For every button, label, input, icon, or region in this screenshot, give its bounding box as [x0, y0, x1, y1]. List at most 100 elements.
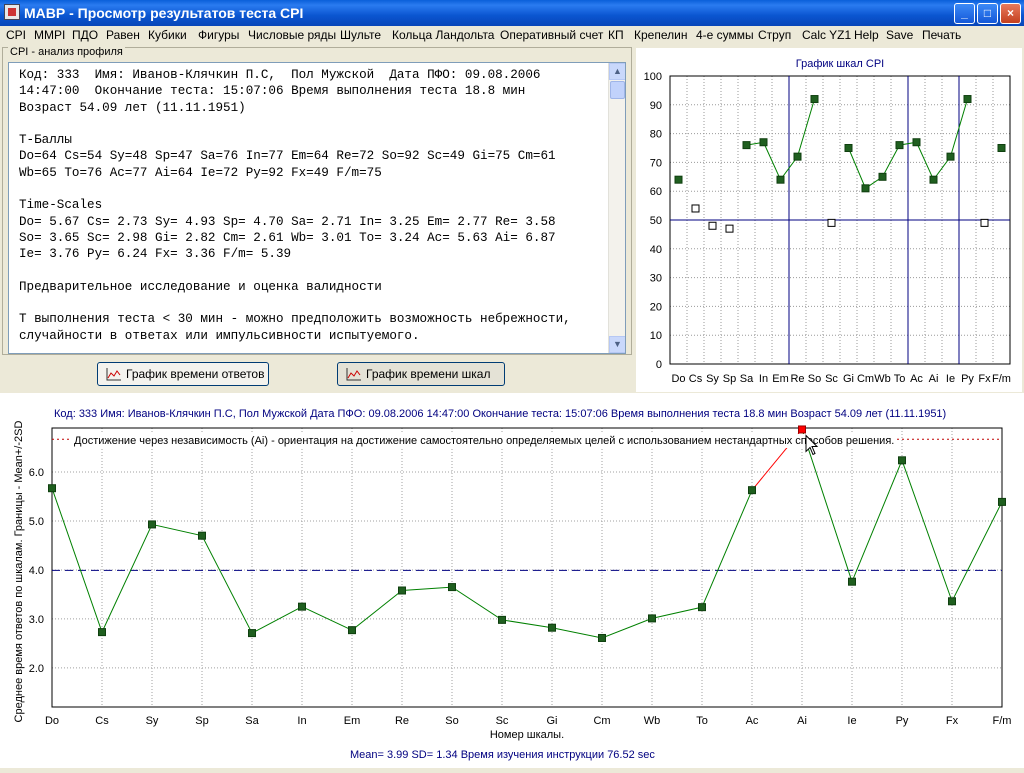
data-point — [827, 218, 836, 227]
data-point — [398, 586, 406, 595]
menu-item-calc-yz1[interactable]: Calc YZ1 — [802, 28, 851, 42]
response-time-chart-label: График времени ответов — [126, 367, 265, 381]
data-point — [861, 184, 870, 193]
profile-text-line: Предварительное исследование и оценка ва… — [19, 279, 382, 294]
x-tick-label: Fx — [978, 373, 991, 385]
window-title: МАВР - Просмотр результатов теста CPI — [24, 5, 304, 21]
x-tick-label: Ie — [946, 373, 955, 385]
x-tick-label: To — [894, 373, 906, 385]
y-tick-label: 30 — [650, 273, 662, 285]
menu-item-save[interactable]: Save — [886, 28, 913, 42]
menu-item-cpi[interactable]: CPI — [6, 28, 26, 42]
menu-item-kraepelin[interactable]: Крепелин — [634, 28, 687, 42]
menu-bar: CPI MMPI ПДО Равен Кубики Фигуры Числовы… — [0, 26, 1024, 45]
data-point — [810, 95, 819, 104]
data-point — [878, 172, 887, 181]
profile-text-line — [19, 116, 571, 132]
y-tick-label: 90 — [650, 100, 662, 112]
y-axis-label: Среднее время ответов по шкалам. Границы… — [13, 421, 25, 723]
menu-item-raven[interactable]: Равен — [106, 28, 140, 42]
title-bar: МАВР - Просмотр результатов теста CPI _ … — [0, 0, 1024, 26]
data-point — [793, 152, 802, 161]
x-tick-label: Sp — [723, 373, 736, 385]
scale-time-chart-button[interactable]: График времени шкал — [337, 362, 505, 386]
y-tick-label: 40 — [650, 244, 662, 256]
y-tick-label: 80 — [650, 129, 662, 141]
data-point — [997, 144, 1006, 152]
data-point — [929, 175, 938, 184]
menu-item-cubes[interactable]: Кубики — [148, 28, 187, 42]
menu-item-number-series[interactable]: Числовые ряды — [248, 28, 336, 42]
x-tick-label: Sy — [706, 373, 719, 385]
profile-text-area[interactable]: Код: 333 Имя: Иванов-Клячкин П.С, Пол Му… — [8, 62, 626, 354]
data-point — [759, 138, 768, 147]
x-tick-label: Gi — [547, 715, 558, 727]
series-line — [746, 98, 815, 181]
profile-text-line: Do=64 Cs=54 Sy=48 Sp=47 Sa=76 In=77 Em=6… — [19, 149, 556, 164]
profile-text-line: Код: 333 Имя: Иванов-Клячкин П.С, Пол Му… — [19, 68, 541, 82]
data-point — [898, 456, 906, 465]
data-point — [674, 175, 683, 184]
menu-item-figures[interactable]: Фигуры — [198, 28, 239, 42]
x-axis-label: Номер шкалы. — [490, 729, 564, 741]
y-tick-label: 2.0 — [29, 663, 44, 675]
data-point — [698, 603, 706, 612]
profile-text: Код: 333 Имя: Иванов-Клячкин П.С, Пол Му… — [19, 67, 571, 344]
data-point — [948, 597, 956, 606]
close-button[interactable]: × — [1000, 3, 1021, 24]
data-point — [598, 633, 606, 642]
data-point — [748, 486, 756, 495]
menu-item-kp[interactable]: КП — [608, 28, 624, 42]
y-tick-label: 100 — [644, 71, 662, 83]
data-point — [798, 425, 806, 434]
profile-text-line: So= 3.65 Sc= 2.98 Gi= 2.82 Cm= 2.61 Wb= … — [19, 230, 556, 245]
profile-text-line: T-Баллы — [19, 133, 72, 148]
x-tick-label: Em — [344, 715, 361, 727]
x-tick-label: Wb — [874, 373, 891, 385]
data-point — [742, 141, 751, 150]
menu-item-help[interactable]: Help — [854, 28, 879, 42]
menu-item-schulte[interactable]: Шульте — [340, 28, 381, 42]
maximize-button[interactable]: □ — [977, 3, 998, 24]
y-tick-label: 6.0 — [29, 467, 44, 479]
menu-item-operative-count[interactable]: Оперативный счет — [500, 28, 603, 42]
test-info: Код: 333 Имя: Иванов-Клячкин П.С, Пол Му… — [54, 408, 946, 420]
x-tick-label: Ai — [929, 373, 939, 385]
cpi-scale-chart-panel: График шкал CPI 0 10 20 30 40 50 60 70 80 90 100 Do C… — [636, 48, 1022, 392]
chart-title: График шкал CPI — [796, 58, 884, 70]
app-icon — [4, 4, 20, 20]
y-tick-label: 0 — [656, 359, 662, 371]
x-tick-label: Sp — [195, 715, 208, 727]
data-point — [198, 531, 206, 540]
data-point — [498, 615, 506, 624]
menu-item-four-sums[interactable]: 4-е суммы — [696, 28, 754, 42]
x-tick-label: Sa — [740, 373, 754, 385]
scroll-up-icon[interactable]: ▲ — [609, 63, 625, 80]
data-point — [844, 144, 853, 152]
x-tick-label: Ai — [797, 715, 807, 727]
minimize-button[interactable]: _ — [954, 3, 975, 24]
y-tick-label: 50 — [650, 215, 662, 227]
profile-text-line: T выполнения теста < 30 мин - можно пред… — [19, 312, 571, 327]
data-point — [48, 484, 56, 493]
scroll-thumb[interactable] — [610, 81, 625, 99]
profile-text-line: случайности в ответах или импульсивности… — [19, 328, 420, 343]
x-tick-label: Ac — [910, 373, 923, 385]
data-point — [708, 221, 717, 230]
vertical-scrollbar[interactable]: ▲ ▼ — [608, 63, 625, 353]
data-point — [298, 602, 306, 611]
menu-item-stroop[interactable]: Струп — [758, 28, 791, 42]
chart-icon — [106, 368, 121, 381]
menu-item-landolt-rings[interactable]: Кольца Ландольта — [392, 28, 494, 42]
menu-item-mmpi[interactable]: MMPI — [34, 28, 65, 42]
menu-item-pdo[interactable]: ПДО — [72, 28, 98, 42]
data-point — [648, 614, 656, 623]
data-point — [448, 583, 456, 592]
data-point — [348, 626, 356, 635]
response-time-chart-button[interactable]: График времени ответов — [97, 362, 269, 386]
menu-item-print[interactable]: Печать — [922, 28, 961, 42]
data-point — [848, 577, 856, 586]
x-tick-label: Gi — [843, 373, 854, 385]
scroll-down-icon[interactable]: ▼ — [609, 336, 625, 353]
profile-text-line: Возраст 54.09 лет (11.11.1951) — [19, 100, 246, 115]
